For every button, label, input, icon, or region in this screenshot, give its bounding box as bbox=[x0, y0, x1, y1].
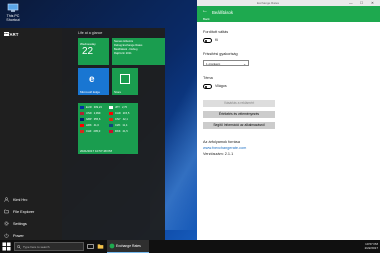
version-text: Verziószám: 2.1.1 bbox=[203, 152, 234, 156]
sidebar-item-power[interactable]: Power bbox=[4, 233, 24, 238]
tile-label: Store bbox=[114, 90, 122, 94]
rate-row: DKK 41,5 bbox=[109, 130, 128, 133]
maximize-button[interactable]: ☐ bbox=[360, 1, 363, 5]
taskbar-app-exchange-rates[interactable]: Exchange Rates bbox=[107, 240, 149, 253]
tile-store[interactable]: Store bbox=[112, 68, 138, 95]
tile-calendar[interactable]: Wednesday 22 bbox=[78, 38, 109, 65]
clock-date: 2/22/2017 bbox=[364, 246, 378, 250]
source-title: Az árfolyamok forrása bbox=[203, 140, 240, 144]
rate-row: CAD 215,5 bbox=[109, 112, 129, 115]
eu-flag-icon bbox=[80, 106, 84, 109]
gear-icon bbox=[4, 221, 9, 226]
sidebar-item-label: File Explorer bbox=[13, 209, 35, 214]
minimize-button[interactable]: — bbox=[349, 1, 353, 5]
search-placeholder: Type here to search bbox=[23, 245, 50, 249]
rate-row: CZK 11,4 bbox=[109, 124, 127, 127]
mail-line: Debug Exchange Rates bbox=[114, 44, 143, 47]
sidebar-item-settings[interactable]: Settings bbox=[4, 221, 27, 226]
store-icon bbox=[120, 74, 130, 84]
exchange-app-icon bbox=[109, 243, 115, 249]
rate-row: USD 2,999 bbox=[80, 112, 100, 115]
user-icon bbox=[4, 197, 9, 202]
ca-flag-icon bbox=[109, 112, 113, 115]
refresh-frequency-label: Frissítési gyakoriság bbox=[203, 52, 238, 56]
select-value: 1 óránként bbox=[206, 62, 221, 66]
power-icon bbox=[4, 233, 9, 238]
start-header-label: START bbox=[4, 31, 19, 37]
jp-flag-icon bbox=[109, 106, 113, 109]
desktop-icon-label: This PC Shortcut bbox=[6, 14, 20, 22]
exchange-rates-window: Exchange Rates — ☐ ✕ ← Beállítások Back … bbox=[197, 0, 380, 240]
help-info-button[interactable]: Segítő Információ az alkalmazásról bbox=[203, 122, 275, 129]
folder-icon[interactable] bbox=[97, 243, 104, 250]
chevron-down-icon: ⌄ bbox=[243, 61, 246, 66]
rate-review-button[interactable]: Értékelés és véleményezés bbox=[203, 111, 275, 118]
theme-label: Téma bbox=[203, 76, 213, 80]
computer-icon bbox=[7, 3, 19, 13]
start-header[interactable]: START bbox=[4, 32, 18, 37]
mail-line: Beállítások - Debug bbox=[114, 48, 138, 51]
rate-row: JPY 2,70 bbox=[109, 106, 127, 109]
sidebar-item-file-explorer[interactable]: File Explorer bbox=[4, 209, 34, 214]
tile-edge[interactable]: e Microsoft Edge bbox=[78, 68, 109, 95]
theme-toggle-state: Világos bbox=[215, 84, 227, 88]
mail-line: Nemes Hibernis bbox=[114, 40, 134, 43]
ch-flag-icon bbox=[80, 130, 84, 133]
start-menu: START Kimi Hrc File Explorer Settings Po… bbox=[0, 28, 165, 240]
sidebar-item-user[interactable]: Kimi Hrc bbox=[4, 197, 27, 202]
tile-label: Microsoft Edge bbox=[80, 90, 101, 94]
buy-ad-free-button: Vásárlás a reklámért bbox=[203, 100, 275, 107]
rate-row: EUR 309,23 bbox=[80, 106, 102, 109]
close-button[interactable]: ✕ bbox=[371, 1, 374, 5]
cn-flag-icon bbox=[109, 118, 113, 121]
refresh-frequency-select[interactable]: 1 óránként ⌄ bbox=[203, 60, 249, 66]
dk-flag-icon bbox=[109, 130, 113, 133]
desktop-icon-this-pc[interactable]: This PC Shortcut bbox=[2, 3, 24, 22]
sidebar-item-label: Kimi Hrc bbox=[13, 197, 28, 202]
hr-flag-icon bbox=[80, 124, 84, 127]
source-link[interactable]: www.fxexchangerate.com bbox=[203, 146, 246, 150]
mail-line: Rajz/szín 2011 bbox=[114, 52, 132, 55]
rate-row: CHF 295,0 bbox=[80, 130, 100, 133]
edge-icon: e bbox=[89, 74, 95, 85]
reverse-toggle-label: Fordított váltás bbox=[203, 30, 229, 34]
rate-row: CNY 42,1 bbox=[109, 118, 128, 121]
us-flag-icon bbox=[80, 112, 84, 115]
taskbar-search-box[interactable]: Type here to search bbox=[14, 242, 84, 251]
sidebar-item-label: Settings bbox=[13, 221, 27, 226]
tiles-group-title: Life at a glance bbox=[78, 31, 103, 35]
windows-start-icon[interactable] bbox=[2, 242, 11, 251]
rate-row: HRK 41,6 bbox=[80, 124, 99, 127]
taskbar-app-label: Exchange Rates bbox=[116, 244, 141, 248]
theme-toggle[interactable] bbox=[203, 84, 212, 89]
page-title: Beállítások bbox=[212, 10, 234, 15]
tile-mail[interactable]: Nemes Hibernis Debug Exchange Rates Beál… bbox=[112, 38, 165, 65]
folder-icon bbox=[4, 209, 9, 214]
start-menu-sidebar: START Kimi Hrc File Explorer Settings Po… bbox=[0, 28, 62, 240]
back-arrow-icon[interactable]: ← bbox=[202, 8, 208, 14]
system-tray-clock[interactable]: 10:57 PM 2/22/2017 bbox=[365, 242, 378, 250]
taskbar: Type here to search Exchange Rates 10:57… bbox=[0, 240, 380, 253]
rate-row: GBP 355,6 bbox=[80, 118, 100, 121]
calendar-date: 22 bbox=[82, 46, 94, 57]
window-title: Exchange Rates bbox=[257, 1, 280, 5]
tile-exchange-rates[interactable]: EUR 309,23 USD 2,999 GBP 355,6 HRK 41,6 CHF 2… bbox=[78, 103, 138, 154]
gb-flag-icon bbox=[80, 118, 84, 121]
search-icon bbox=[17, 245, 21, 249]
back-label[interactable]: Back bbox=[203, 17, 210, 21]
reverse-toggle[interactable] bbox=[203, 38, 212, 43]
sidebar-item-label: Power bbox=[13, 233, 24, 238]
reverse-toggle-state: Ki bbox=[215, 38, 219, 42]
task-view-icon[interactable] bbox=[87, 243, 94, 250]
cz-flag-icon bbox=[109, 124, 113, 127]
tile-footer-timestamp: 2021/2017 10:57:48 PM bbox=[80, 149, 113, 153]
app-header: ← Beállítások Back bbox=[197, 6, 380, 22]
